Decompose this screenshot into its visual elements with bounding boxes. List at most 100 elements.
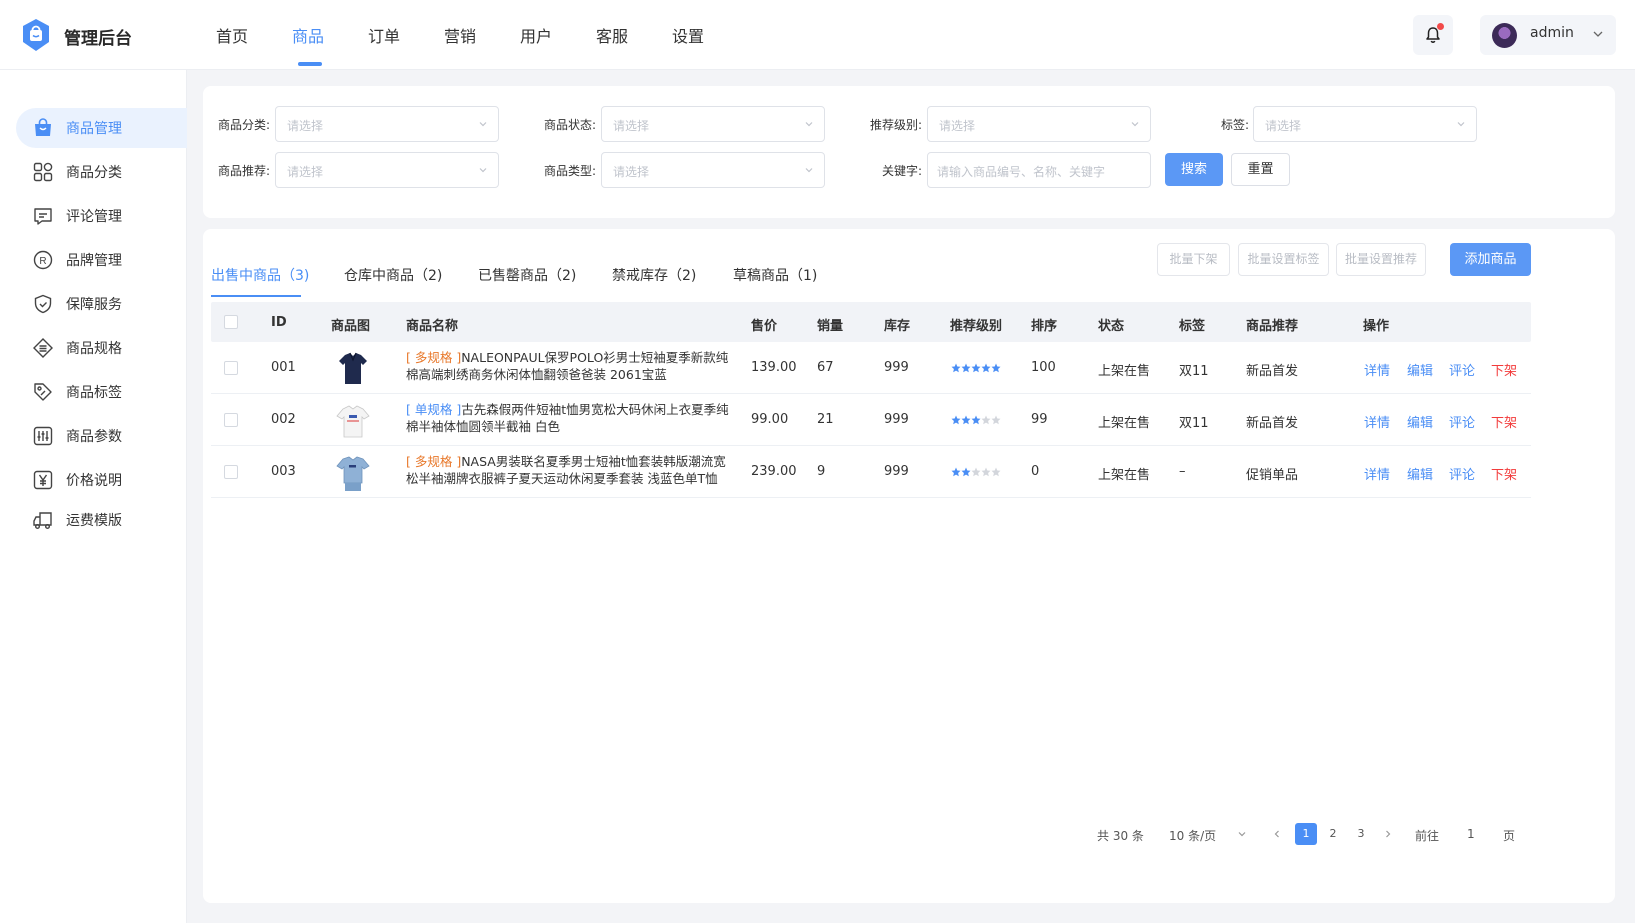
product-list-panel: 出售中商品（3) 仓库中商品（2) 已售罄商品（2) 禁戒库存（2) 草稿商品（…: [203, 229, 1615, 903]
detail-link[interactable]: 详情: [1364, 412, 1390, 431]
recommend-label: 商品推荐:: [217, 164, 270, 178]
row-checkbox[interactable]: [224, 413, 238, 427]
level-select[interactable]: 请选择: [927, 106, 1151, 142]
star-filled-icon: [971, 415, 981, 425]
nav-home[interactable]: 首页: [216, 0, 292, 70]
chevron-right-icon[interactable]: [1383, 829, 1393, 839]
detail-link[interactable]: 详情: [1364, 360, 1390, 379]
notification-button[interactable]: [1413, 15, 1453, 55]
page-3[interactable]: 3: [1350, 823, 1372, 845]
row-checkbox[interactable]: [224, 465, 238, 479]
star-filled-icon: [951, 363, 961, 373]
col-price: 售价: [751, 319, 778, 334]
row-stock: 999: [884, 360, 909, 375]
row-recommend: 新品首发: [1246, 364, 1299, 379]
col-id: ID: [271, 315, 287, 330]
type-select[interactable]: 请选择: [601, 152, 825, 188]
logo-icon: [23, 19, 49, 51]
star-filled-icon: [951, 467, 961, 477]
nav-service[interactable]: 客服: [596, 0, 672, 70]
user-menu[interactable]: admin: [1480, 15, 1616, 55]
comment-link[interactable]: 评论: [1449, 464, 1475, 483]
category-select[interactable]: 请选择: [275, 106, 499, 142]
nav-active-indicator: [298, 62, 322, 66]
off-shelf-link[interactable]: 下架: [1491, 412, 1517, 431]
page-2[interactable]: 2: [1322, 823, 1344, 845]
status-select[interactable]: 请选择: [601, 106, 825, 142]
sidebar-item-brand[interactable]: R 品牌管理: [16, 240, 187, 280]
goto-input[interactable]: 1: [1467, 827, 1475, 841]
search-button[interactable]: 搜索: [1165, 153, 1223, 186]
table-header: ID 商品图 商品名称 售价 销量 库存 推荐级别 排序 状态 标签 商品推荐 …: [211, 302, 1531, 342]
avatar: [1492, 23, 1517, 48]
keyword-placeholder: 请输入商品编号、名称、关键字: [937, 165, 1106, 179]
rating-stars: [951, 467, 1001, 477]
batch-off-shelf-button[interactable]: 批量下架: [1157, 243, 1230, 276]
reset-button[interactable]: 重置: [1231, 153, 1290, 186]
chevron-down-icon: [805, 122, 813, 127]
chevron-down-icon[interactable]: [1237, 829, 1247, 839]
sidebar-item-product-manage[interactable]: 商品管理: [16, 108, 187, 148]
sidebar-item-tags[interactable]: 商品标签: [16, 372, 187, 412]
off-shelf-link[interactable]: 下架: [1491, 464, 1517, 483]
product-thumbnail: [336, 456, 370, 491]
level-select-placeholder: 请选择: [939, 119, 976, 133]
nav-users[interactable]: 用户: [520, 0, 596, 70]
user-name: admin: [1530, 25, 1574, 41]
table-row: 003 [ 多规格 ]NASA男装联名夏季男士短袖t恤套装韩版潮流宽松半袖潮牌衣…: [211, 446, 1531, 498]
edit-link[interactable]: 编辑: [1407, 360, 1433, 379]
tab-sold-out[interactable]: 已售罄商品（2): [478, 265, 576, 285]
product-thumbnail: [339, 352, 367, 384]
type-select-placeholder: 请选择: [613, 165, 650, 179]
col-stock: 库存: [884, 319, 911, 334]
sidebar-item-label: 运费模版: [66, 513, 122, 529]
sidebar-item-spec[interactable]: 商品规格: [16, 328, 187, 368]
nav-products[interactable]: 商品: [292, 0, 368, 70]
sidebar-item-guarantee[interactable]: 保障服务: [16, 284, 187, 324]
tab-stock-alert[interactable]: 禁戒库存（2): [612, 265, 696, 285]
sliders-icon: [33, 426, 53, 446]
sidebar-item-comments[interactable]: 评论管理: [16, 196, 187, 236]
row-status: 上架在售: [1098, 416, 1151, 431]
category-select-placeholder: 请选择: [287, 119, 324, 133]
table-row: 002 [ 单规格 ]古先森假两件短袖t恤男宽松大码休闲上衣夏季纯棉半袖体恤圆领…: [211, 394, 1531, 446]
row-sales: 21: [817, 412, 834, 427]
sidebar-item-price[interactable]: 价格说明: [16, 460, 187, 500]
off-shelf-link[interactable]: 下架: [1491, 360, 1517, 379]
sidebar-item-label: 保障服务: [66, 297, 122, 313]
select-all-checkbox[interactable]: [224, 315, 238, 329]
star-empty-icon: [981, 467, 991, 477]
tab-draft[interactable]: 草稿商品（1): [733, 265, 817, 285]
chevron-left-icon[interactable]: [1272, 829, 1282, 839]
sidebar-item-params[interactable]: 商品参数: [16, 416, 187, 456]
col-recommend: 商品推荐: [1246, 319, 1299, 334]
recommend-select[interactable]: 请选择: [275, 152, 499, 188]
sidebar-item-shipping[interactable]: 运费模版: [16, 500, 187, 540]
tab-on-sale[interactable]: 出售中商品（3): [211, 265, 309, 285]
detail-link[interactable]: 详情: [1364, 464, 1390, 483]
chevron-down-icon: [1457, 122, 1465, 127]
comment-link[interactable]: 评论: [1449, 412, 1475, 431]
row-sales: 9: [817, 464, 826, 479]
page-1[interactable]: 1: [1295, 823, 1317, 845]
star-empty-icon: [991, 415, 1001, 425]
edit-link[interactable]: 编辑: [1407, 464, 1433, 483]
nav-orders[interactable]: 订单: [368, 0, 444, 70]
nav-marketing[interactable]: 营销: [444, 0, 520, 70]
sidebar-item-label: 商品分类: [66, 165, 122, 181]
nav-settings[interactable]: 设置: [672, 0, 748, 70]
keyword-input[interactable]: 请输入商品编号、名称、关键字: [927, 152, 1151, 188]
sidebar-item-category[interactable]: 商品分类: [16, 152, 187, 192]
page-unit-label: 页: [1503, 829, 1516, 843]
batch-set-recommend-button[interactable]: 批量设置推荐: [1336, 243, 1426, 276]
page-size-select[interactable]: 10 条/页: [1169, 827, 1216, 844]
edit-link[interactable]: 编辑: [1407, 412, 1433, 431]
tag-select[interactable]: 请选择: [1253, 106, 1477, 142]
add-product-button[interactable]: 添加商品: [1450, 243, 1531, 276]
tab-warehouse[interactable]: 仓库中商品（2): [344, 265, 442, 285]
row-checkbox[interactable]: [224, 361, 238, 375]
row-tag: 双11: [1179, 364, 1209, 379]
comment-link[interactable]: 评论: [1449, 360, 1475, 379]
rating-stars: [951, 363, 1001, 373]
batch-set-tag-button[interactable]: 批量设置标签: [1238, 243, 1329, 276]
